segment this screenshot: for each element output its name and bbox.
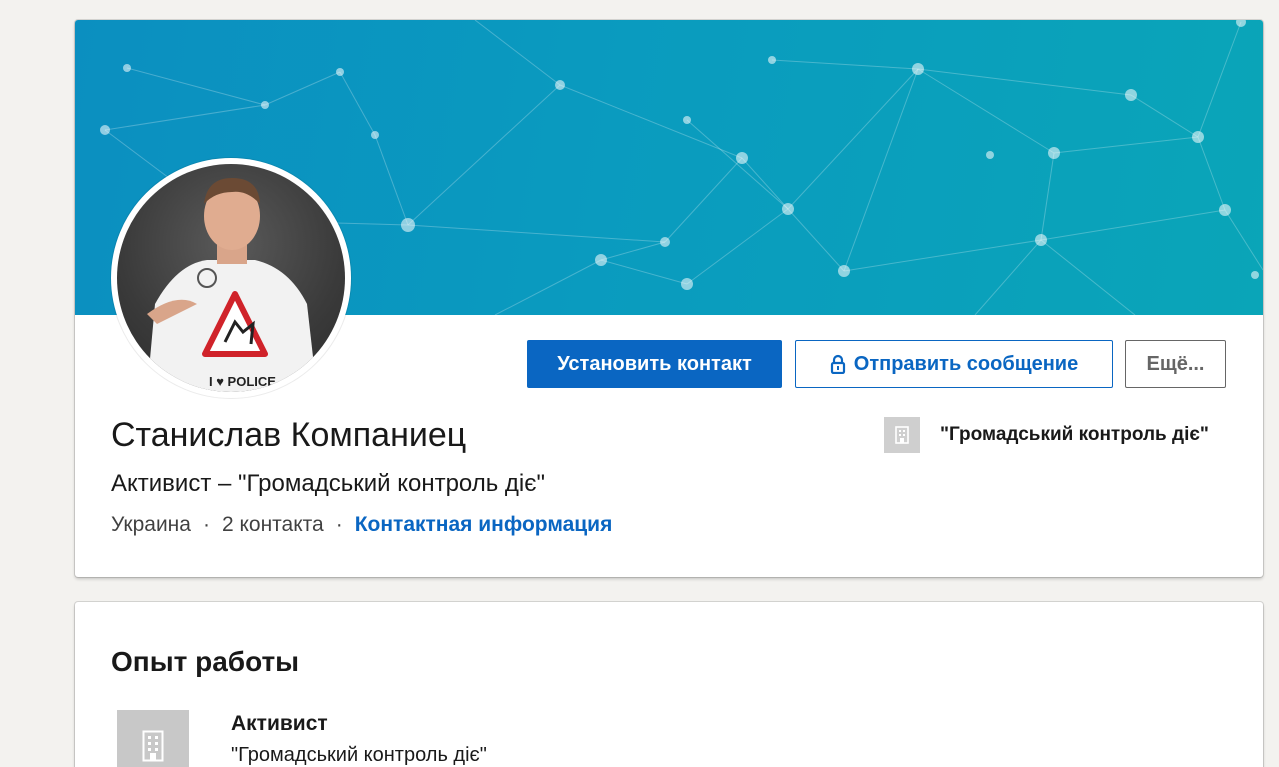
send-message-label: Отправить сообщение [853,352,1079,375]
connect-button[interactable]: Установить контакт [527,340,782,388]
contact-info-link[interactable]: Контактная информация [355,513,613,537]
experience-section-title: Опыт работы [111,646,300,677]
profile-connections[interactable]: 2 контакта [222,513,324,537]
meta-separator: · [335,513,343,536]
meta-separator: · [202,513,210,536]
profile-location: Украина [111,513,191,536]
experience-company: "Громадський контроль діє" [231,744,487,766]
profile-meta: Украина · 2 контакта · Контактная информ… [111,513,612,537]
more-button[interactable]: Ещё... [1125,340,1226,388]
profile-avatar[interactable]: I ♥ POLICE [111,158,351,398]
send-message-button[interactable]: Отправить сообщение [795,340,1113,388]
experience-title[interactable]: Активист [231,712,328,736]
building-icon [884,417,920,453]
profile-card: I ♥ POLICE Установить контакт Отправить … [75,20,1263,577]
current-company[interactable]: "Громадський контроль діє" [884,417,1209,453]
profile-name: Станислав Компаниец [111,416,467,454]
lock-icon [830,354,846,374]
avatar-photo: I ♥ POLICE [117,164,345,392]
experience-card: Опыт работы Активист "Громадський контро… [75,602,1263,767]
building-icon[interactable] [117,710,189,767]
avatar-shirt-text: I ♥ POLICE [209,374,276,389]
profile-headline: Активист – "Громадський контроль діє" [111,470,546,497]
current-company-name: "Громадський контроль діє" [940,424,1209,445]
